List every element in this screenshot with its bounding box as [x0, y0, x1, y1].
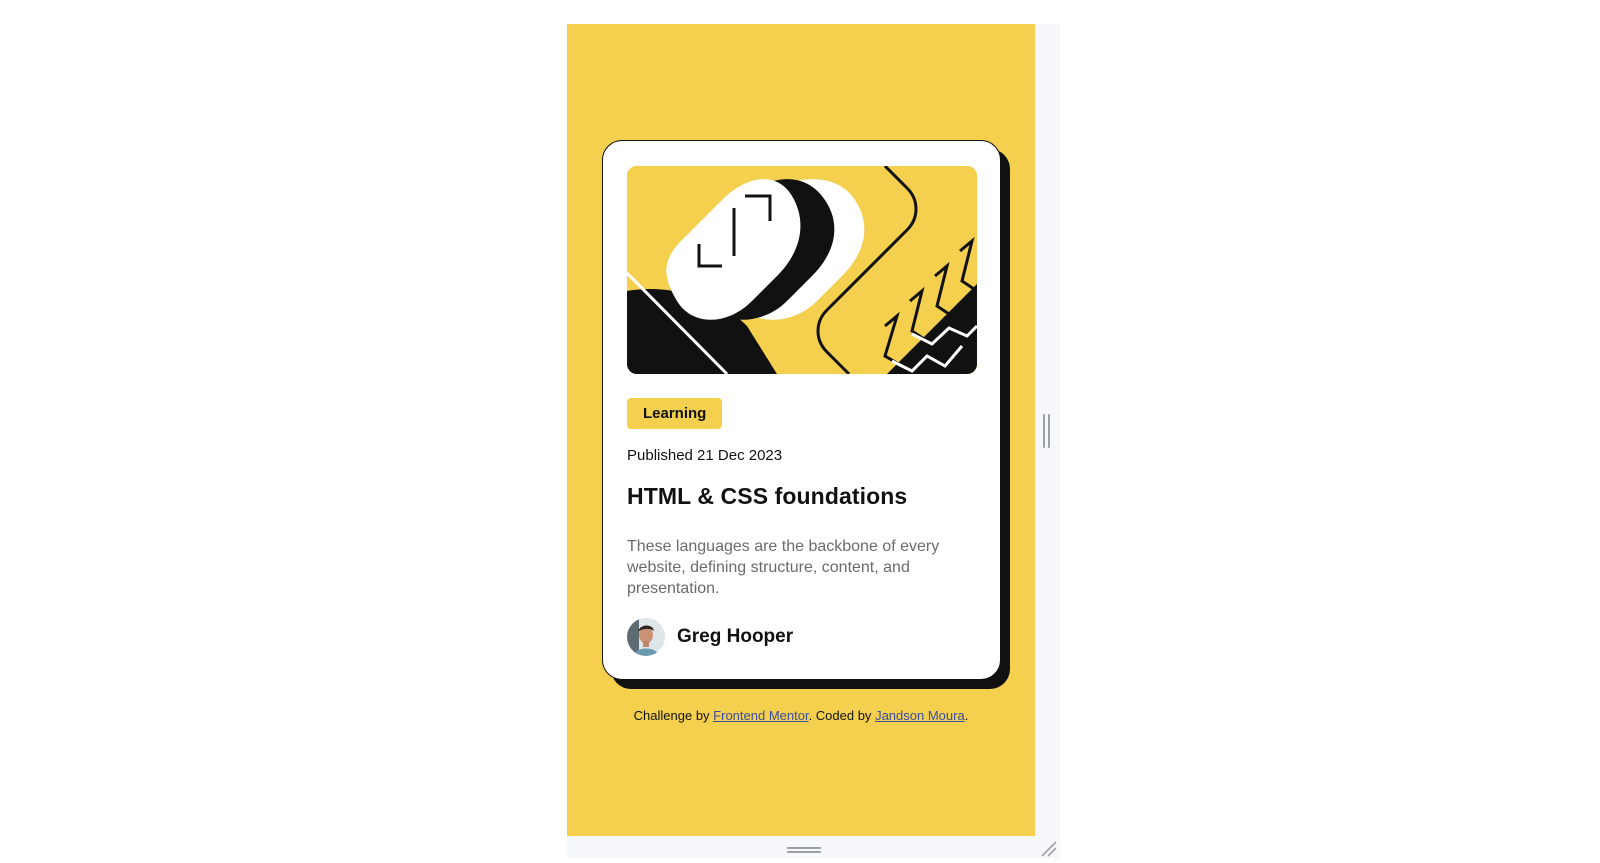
card-description: These languages are the backbone of ever… [627, 538, 940, 597]
attribution: Challenge by Frontend Mentor. Coded by J… [567, 708, 1035, 723]
author-link[interactable]: Jandson Moura [875, 708, 965, 723]
author-avatar-image [627, 618, 665, 656]
vertical-grip-icon[interactable] [1042, 414, 1052, 448]
hero-illustration-graphic [627, 166, 977, 374]
hero-illustration [627, 166, 977, 374]
resize-corner-icon[interactable] [1040, 840, 1058, 858]
attribution-suffix: . [964, 708, 969, 723]
published-date: Published 21 Dec 2023 [627, 447, 783, 464]
author: Greg Hooper [627, 618, 793, 656]
frontend-mentor-link[interactable]: Frontend Mentor [713, 708, 808, 723]
category-tag: Learning [627, 398, 723, 429]
horizontal-grip-icon[interactable] [787, 845, 821, 855]
attribution-prefix: Challenge by [633, 708, 714, 723]
avatar [627, 618, 665, 656]
blog-preview-card: Learning Published 21 Dec 2023 HTML & CS… [602, 140, 1001, 680]
card-title[interactable]: HTML & CSS foundations [627, 483, 907, 510]
attribution-middle: . Coded by [808, 708, 876, 723]
page-viewport: Learning Published 21 Dec 2023 HTML & CS… [567, 24, 1035, 836]
responsive-preview-frame: Learning Published 21 Dec 2023 HTML & CS… [567, 24, 1060, 858]
author-name: Greg Hooper [677, 626, 794, 647]
